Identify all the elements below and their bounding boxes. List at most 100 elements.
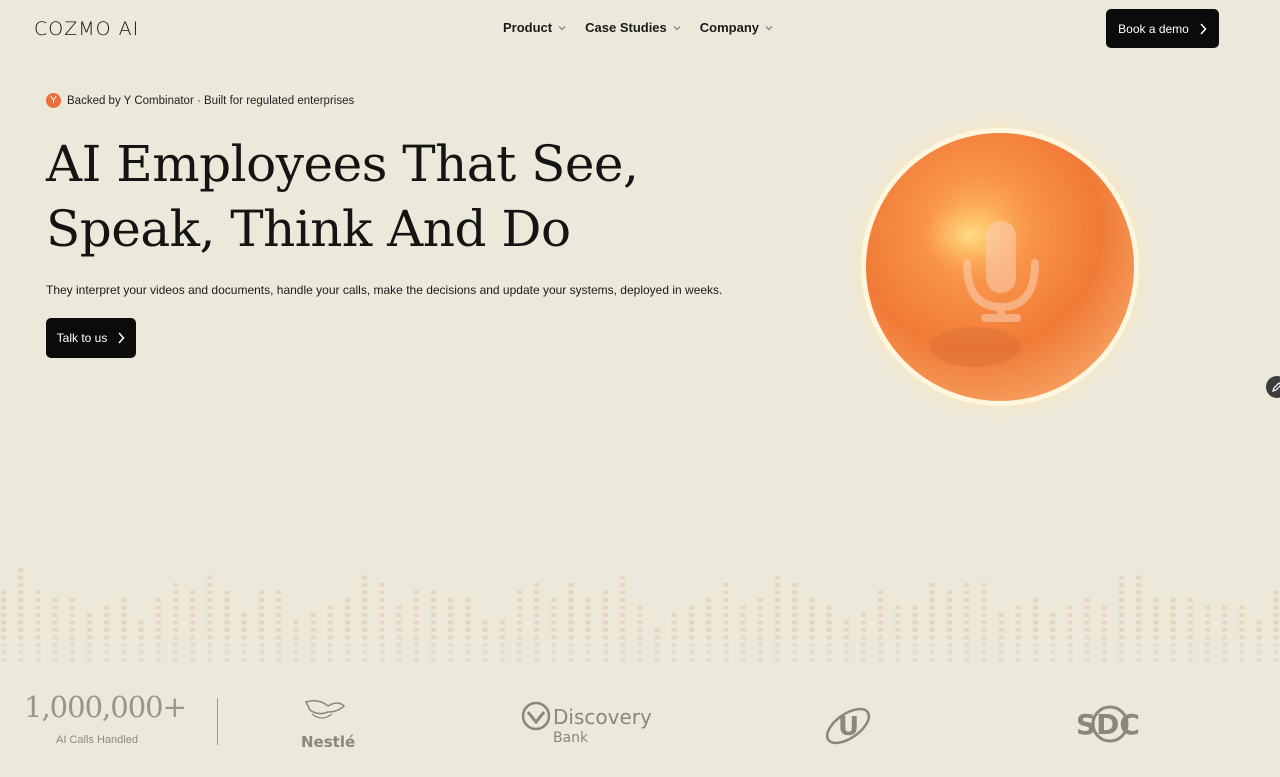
- wave-dot: [293, 635, 299, 640]
- wave-dot: [1170, 658, 1176, 662]
- wave-dot: [1136, 620, 1142, 625]
- wave-dot: [947, 643, 952, 647]
- wave-dot: [1256, 628, 1262, 632]
- wave-dot: [723, 650, 729, 655]
- wave-dot: [689, 650, 694, 655]
- wave-dot: [603, 635, 608, 640]
- wave-dot: [723, 583, 729, 587]
- wave-dot: [620, 598, 626, 602]
- calls-count: 1,000,000+: [24, 690, 187, 724]
- main-menu: Product Case Studies Company: [503, 20, 774, 35]
- wave-dot: [792, 620, 798, 625]
- wave-dot: [310, 628, 316, 632]
- wave-dot: [1101, 628, 1107, 632]
- wave-dot: [1205, 643, 1210, 647]
- wave-dot: [1256, 658, 1262, 662]
- wave-dot: [534, 635, 540, 640]
- wave-dot: [345, 620, 350, 625]
- wave-dot: [448, 613, 454, 617]
- wave-dot: [1136, 613, 1142, 617]
- wave-dot: [723, 620, 729, 625]
- wave-dot: [431, 658, 436, 662]
- wave-dot: [465, 650, 471, 655]
- wave-dot: [224, 590, 230, 595]
- wave-dot: [1119, 658, 1124, 662]
- logo[interactable]: COZMO AI: [34, 18, 139, 40]
- chevron-down-icon: [673, 25, 681, 30]
- wave-dot: [224, 613, 230, 617]
- wave-dot: [1033, 650, 1038, 655]
- wave-dot: [603, 643, 608, 647]
- wave-dot: [259, 598, 264, 602]
- wave-dot: [173, 598, 178, 602]
- wave-dot: [293, 658, 299, 662]
- wave-dot: [138, 643, 144, 647]
- wave-dot: [190, 590, 196, 595]
- wave-dot: [895, 628, 901, 632]
- wave-dot: [1222, 650, 1228, 655]
- wave-dot: [448, 643, 454, 647]
- wave-dot: [1153, 635, 1159, 640]
- wave-dot: [568, 620, 574, 625]
- wave-dot: [1239, 650, 1245, 655]
- wave-dot: [1187, 598, 1193, 602]
- talk-to-us-button[interactable]: Talk to us: [46, 318, 136, 358]
- menu-product[interactable]: Product: [503, 20, 567, 35]
- wave-dot: [947, 613, 952, 617]
- book-demo-label: Book a demo: [1118, 21, 1189, 36]
- wave-dot: [809, 598, 815, 602]
- wave-dot: [981, 605, 987, 610]
- wave-dot: [929, 650, 935, 655]
- voice-orb[interactable]: [840, 109, 1160, 435]
- wave-dot: [482, 658, 488, 662]
- wave-dot: [723, 628, 729, 632]
- wave-dot: [740, 643, 746, 647]
- wave-dot: [654, 650, 660, 655]
- wave-dot: [1033, 643, 1038, 647]
- wave-dot: [396, 620, 402, 625]
- wave-dot: [1, 628, 6, 632]
- wave-dot: [431, 598, 436, 602]
- wave-dot: [327, 658, 333, 662]
- wave-dot: [689, 613, 694, 617]
- wave-dot: [121, 605, 127, 610]
- wave-dot: [929, 620, 935, 625]
- wave-dot: [843, 643, 849, 647]
- wave-dot: [1170, 620, 1176, 625]
- wave-dot: [499, 628, 505, 632]
- wave-dot: [568, 635, 574, 640]
- edit-fab-button[interactable]: [1266, 376, 1280, 398]
- wave-dot: [379, 650, 385, 655]
- wave-dot: [1187, 605, 1193, 610]
- wave-dot: [1033, 635, 1038, 640]
- wave-dot: [1119, 635, 1124, 640]
- wave-dot: [826, 613, 832, 617]
- wave-dot: [603, 628, 608, 632]
- book-demo-button[interactable]: Book a demo: [1106, 9, 1219, 48]
- wave-dot: [517, 658, 522, 662]
- wave-dot: [1050, 620, 1056, 625]
- wave-dot: [534, 643, 540, 647]
- menu-case-studies[interactable]: Case Studies: [585, 20, 682, 35]
- wave-dot: [706, 628, 712, 632]
- wave-dot: [1187, 628, 1193, 632]
- wave-dot: [792, 583, 798, 587]
- wave-dot: [1205, 613, 1210, 617]
- wave-dot: [637, 620, 643, 625]
- wave-dot: [69, 598, 75, 602]
- wave-dot: [775, 605, 780, 610]
- wave-dot: [327, 628, 333, 632]
- wave-dot: [362, 598, 368, 602]
- wave-dot: [878, 635, 884, 640]
- wave-dot: [1205, 628, 1210, 632]
- wave-dot: [585, 613, 591, 617]
- wave-dot: [465, 628, 471, 632]
- wave-dot: [568, 590, 574, 595]
- wave-dot: [1119, 643, 1124, 647]
- wave-dot: [585, 643, 591, 647]
- wave-dot: [671, 628, 677, 632]
- menu-company[interactable]: Company: [700, 20, 774, 35]
- hero-headline: AI Employees That See, Speak, Think And …: [46, 132, 686, 262]
- wave-dot: [52, 613, 58, 617]
- wave-dot: [465, 598, 471, 602]
